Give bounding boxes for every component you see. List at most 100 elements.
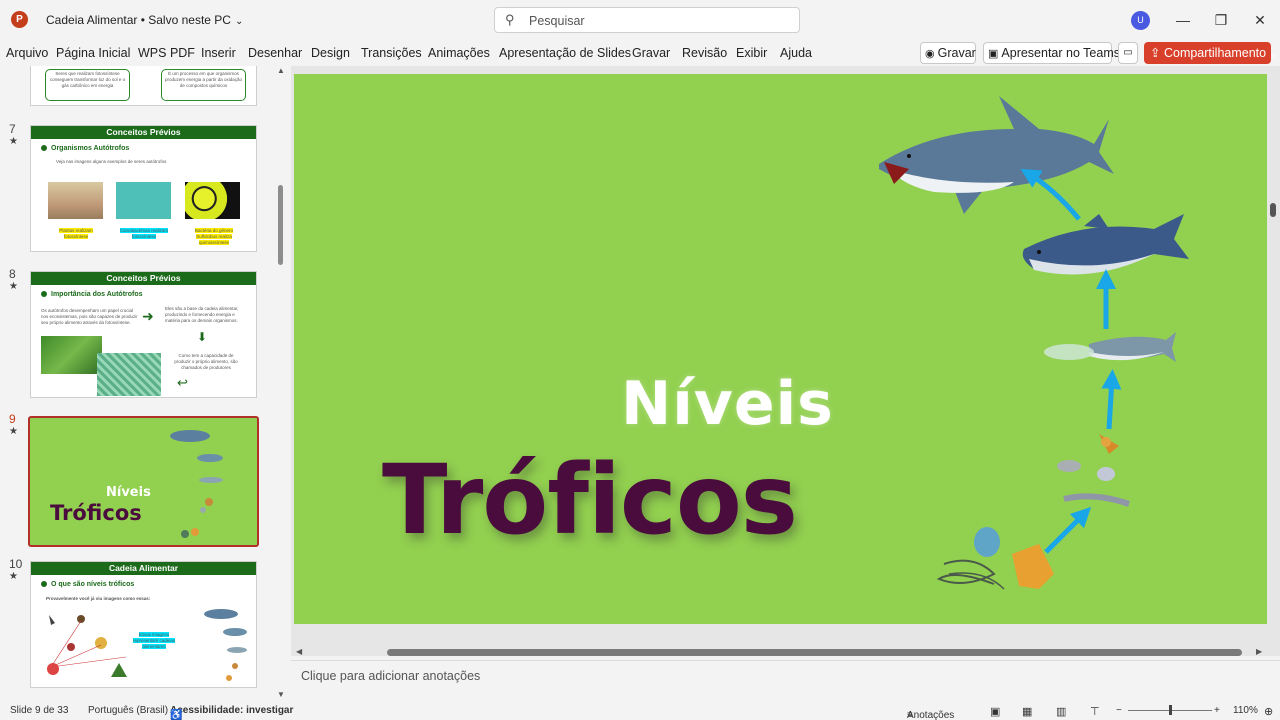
tab-exibir[interactable]: Exibir	[736, 46, 767, 60]
tab-desenhar[interactable]: Desenhar	[248, 46, 302, 60]
slide-thumbnail-7[interactable]: Conceitos Prévios Organismos Autótrofos …	[30, 125, 257, 252]
thumb9-food-chain-illustration	[170, 430, 223, 538]
thumb6-text-left: Seres que realizam fotossíntese consegue…	[49, 71, 126, 88]
tab-apresentacao-de-slides[interactable]: Apresentação de Slides	[499, 46, 631, 60]
thumb10-caption: Essas imagens representam cadeias alimen…	[132, 632, 176, 649]
zoom-level[interactable]: 110%	[1233, 705, 1258, 716]
slideshow-icon[interactable]: ⊤	[1090, 705, 1100, 718]
share-button[interactable]: ⇪ Compartilhamento ⌄	[1144, 42, 1277, 64]
slide-thumbnails-panel: Seres que realizam fotossíntese consegue…	[0, 66, 290, 700]
shark-icon	[879, 96, 1114, 214]
search-icon: ⚲	[505, 12, 515, 27]
close-icon[interactable]: ✕	[1245, 8, 1275, 32]
slide-thumbnail-10[interactable]: Cadeia Alimentar O que são níveis trófic…	[30, 561, 257, 688]
thumb8-text3: Como tem a capacidade de produzir o próp…	[174, 353, 238, 370]
share-icon: ⇪	[1150, 46, 1161, 60]
chevron-down-icon: ⌄	[1269, 49, 1278, 59]
editor-vertical-scrollbar[interactable]	[1270, 203, 1276, 217]
arrow-icon	[1101, 369, 1122, 430]
record-button[interactable]: ◉ Gravar	[920, 42, 976, 64]
arrow-icon	[1044, 506, 1092, 554]
thumb7-caption3: Bactéria do gênero Sulfolobus realiza qu…	[194, 228, 234, 245]
tab-animacoes[interactable]: Animações	[428, 46, 490, 60]
arrow-curved-icon: ↩	[177, 375, 188, 390]
arrow-down-icon: ⬇	[197, 330, 208, 344]
tab-arquivo[interactable]: Arquivo	[6, 46, 48, 60]
comments-icon[interactable]: ▭	[1118, 42, 1138, 64]
scroll-down-icon[interactable]: ▼	[277, 690, 285, 699]
slide-number-7: 7	[9, 122, 16, 136]
thumb8-subtitle: Importância dos Autótrofos	[41, 291, 143, 298]
star-icon: ★	[9, 136, 18, 147]
notes-pane[interactable]: Clique para adicionar anotações	[291, 660, 1280, 700]
thumb7-subtitle: Organismos Autótrofos	[41, 145, 129, 152]
powerpoint-logo-icon: P	[11, 11, 28, 28]
record-label: Gravar	[937, 46, 976, 60]
chevron-down-icon: ⌄	[234, 16, 244, 27]
search-box[interactable]: ⚲ Pesquisar	[494, 7, 800, 33]
thumb9-title-bottom: Tróficos	[50, 501, 142, 525]
normal-view-icon[interactable]: ▣	[990, 705, 1000, 718]
slide-thumbnail-8[interactable]: Conceitos Prévios Importância dos Autótr…	[30, 271, 257, 398]
scroll-right-icon[interactable]: ▶	[1256, 647, 1262, 656]
tab-gravar[interactable]: Gravar	[632, 46, 670, 60]
scroll-up-icon[interactable]: ▲	[277, 66, 285, 75]
user-avatar[interactable]: U	[1131, 11, 1150, 30]
reading-view-icon[interactable]: ▥	[1056, 705, 1066, 718]
notes-placeholder: Clique para adicionar anotações	[301, 669, 481, 683]
maximize-icon[interactable]: ❐	[1206, 8, 1236, 32]
teams-label: Apresentar no Teams	[1001, 46, 1120, 60]
thumb9-title-top: Níveis	[106, 485, 151, 500]
thumb8-header: Conceitos Prévios	[31, 272, 256, 285]
tuna-icon	[1022, 214, 1189, 275]
fit-to-window-icon[interactable]: ⊕	[1264, 705, 1273, 718]
slide-counter: Slide 9 de 33	[10, 705, 69, 716]
accessibility-status[interactable]: ♿ Acessibilidade: investigar	[170, 705, 293, 720]
tab-design[interactable]: Design	[311, 46, 350, 60]
document-title[interactable]: Cadeia Alimentar • Salvo neste PC ⌄	[46, 13, 243, 27]
thumb8-plants-image	[41, 336, 102, 374]
zooplankton-icon	[1057, 434, 1130, 507]
thumbnails-scrollbar[interactable]	[278, 185, 283, 265]
thumb7-caption1: Plantas realizam fotossíntese	[59, 228, 93, 239]
scroll-left-icon[interactable]: ◀	[296, 647, 302, 656]
zoom-slider-thumb[interactable]	[1169, 705, 1172, 715]
thumb10-food-web-illustration	[47, 615, 127, 677]
search-placeholder: Pesquisar	[529, 14, 585, 28]
slide-title-top[interactable]: Níveis	[621, 369, 834, 439]
phytoplankton-icon	[936, 527, 1054, 590]
tab-wps-pdf[interactable]: WPS PDF	[138, 46, 195, 60]
status-bar: Slide 9 de 33 Português (Brasil) ♿ Acess…	[0, 700, 1280, 720]
slide-thumbnail-9[interactable]: Níveis Tróficos	[28, 416, 259, 547]
arrow-right-icon: ➜	[142, 308, 154, 324]
star-icon: ★	[9, 281, 18, 292]
star-icon: ★	[9, 426, 18, 437]
minimize-icon[interactable]: —	[1168, 8, 1198, 32]
tab-revisao[interactable]: Revisão	[682, 46, 727, 60]
tab-ajuda[interactable]: Ajuda	[780, 46, 812, 60]
tab-inserir[interactable]: Inserir	[201, 46, 236, 60]
thumb10-intro: Provavelmente você já viu imagens como e…	[46, 596, 151, 601]
ribbon-tabs: Arquivo Página Inicial WPS PDF Inserir D…	[0, 40, 1280, 66]
tab-pagina-inicial[interactable]: Página Inicial	[56, 46, 130, 60]
zoom-in-icon[interactable]: +	[1214, 705, 1220, 716]
slide-editor: Níveis Tróficos	[291, 66, 1280, 656]
slide-number-10: 10	[9, 557, 23, 571]
slide-sorter-icon[interactable]: ▦	[1022, 705, 1032, 718]
present-in-teams-button[interactable]: ▣ Apresentar no Teams	[983, 42, 1120, 64]
thumb10-marine-chain-illustration	[204, 609, 247, 681]
thumb8-text1: Os autótrofos desempenham um papel cruci…	[41, 308, 138, 325]
language-indicator[interactable]: Português (Brasil)	[88, 705, 168, 716]
thumb7-bacteria-image	[185, 182, 240, 219]
slide-thumbnail-6[interactable]: Seres que realizam fotossíntese consegue…	[30, 66, 257, 106]
current-slide[interactable]: Níveis Tróficos	[294, 74, 1267, 624]
teams-icon: ▣	[988, 48, 999, 60]
star-icon: ★	[9, 571, 18, 582]
tab-transicoes[interactable]: Transições	[361, 46, 422, 60]
slide-title-bottom[interactable]: Tróficos	[382, 444, 798, 556]
sardine-icon	[1044, 332, 1176, 362]
zoom-out-icon[interactable]: −	[1116, 705, 1122, 716]
slide-number-8: 8	[9, 267, 16, 281]
editor-horizontal-scrollbar[interactable]	[387, 649, 1242, 656]
thumb7-cyanobacteria-image	[116, 182, 171, 219]
